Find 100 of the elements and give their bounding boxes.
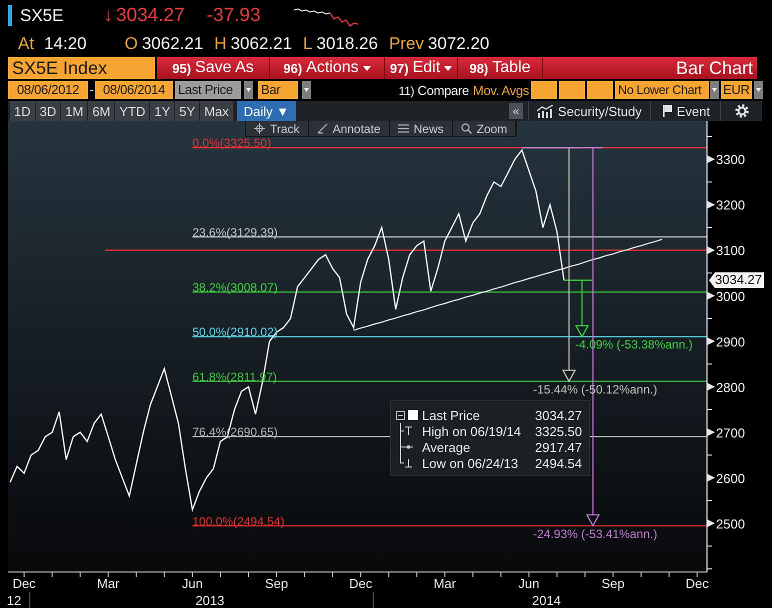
menu-button[interactable]: 96) Actions (270, 57, 385, 79)
dropdown-button[interactable] (302, 81, 311, 99)
legend-value: 2917.47 (535, 440, 582, 454)
year-label: 12 (6, 593, 22, 608)
lower-chart-dropdown[interactable]: No Lower Chart (615, 81, 709, 99)
search-icon (460, 123, 472, 134)
x-axis-label: Dec (349, 576, 372, 591)
y-axis-label: 2900 (716, 334, 745, 350)
list-icon (398, 124, 409, 133)
start-date-field[interactable]: 08/06/2012 (8, 81, 88, 99)
y-axis-label: 3200 (716, 198, 745, 213)
price-field-dropdown[interactable]: Last Price (175, 81, 241, 99)
quote-value: 3072.20 (428, 34, 490, 54)
menu-button[interactable]: 98) Table (458, 57, 543, 79)
dropdown-button[interactable] (754, 81, 763, 99)
compare-button[interactable]: 11) Compare (398, 81, 469, 99)
y-axis-label: 3300 (716, 152, 745, 168)
legend-value: 3034.27 (535, 408, 582, 422)
series-swatch-icon (408, 410, 418, 420)
input-field[interactable] (559, 81, 585, 99)
x-axis-label: Mar (97, 576, 120, 591)
input-field[interactable] (531, 81, 557, 99)
dropdown-button[interactable] (710, 81, 719, 99)
quote-value: 14:20 (44, 34, 87, 54)
legend-label: Low on 06/24/13 (422, 456, 520, 470)
x-axis-label: Jun (518, 576, 540, 591)
date-separator: - (88, 81, 95, 99)
period-button[interactable]: 3D (36, 101, 60, 121)
quote-value: 3062.21 (230, 34, 292, 54)
quote-label: At (18, 34, 34, 54)
x-axis-label: Dec (12, 576, 36, 591)
quote-label: O (124, 34, 138, 54)
x-axis-label: Jun (182, 576, 203, 591)
period-button[interactable]: 1D (10, 101, 35, 121)
legend-label: Average (422, 440, 472, 454)
quote-value: 3062.21 (142, 34, 204, 54)
y-axis-label: 2600 (716, 470, 745, 486)
caret-icon (246, 88, 251, 92)
indicator-bar-icon (8, 5, 12, 26)
moving-averages-link[interactable]: Mov. Avgs (472, 81, 529, 99)
x-axis-label: Dec (686, 576, 709, 591)
frequency-dropdown[interactable]: Daily ▼ (236, 101, 296, 121)
y-axis-label: 2700 (716, 425, 745, 440)
period-button[interactable]: 6M (88, 101, 114, 121)
last-price: 3034.27 (116, 4, 185, 26)
period-button[interactable]: 1Y (150, 101, 174, 121)
fibonacci-label: 100.0%(2494.54) (192, 514, 284, 528)
quote-label: L (303, 34, 312, 54)
security-field[interactable]: SX5E Index (8, 57, 155, 79)
legend-value: 3325.50 (535, 424, 582, 438)
sparkline-drawing (294, 7, 358, 29)
collapse-icon[interactable] (396, 410, 405, 420)
caret-icon (362, 66, 371, 70)
flag-icon (662, 105, 672, 117)
quote-value: 3018.26 (316, 34, 378, 54)
crosshair-icon (254, 123, 265, 134)
pencil-icon (316, 123, 328, 134)
measure-label: -24.93% (-53.41%ann.) (533, 526, 658, 541)
x-axis-label: Sep (264, 576, 288, 591)
collapse-button[interactable]: « (508, 103, 523, 119)
x-axis-label: Sep (601, 576, 625, 591)
caret-icon (712, 88, 717, 92)
input-field[interactable] (587, 81, 613, 99)
period-button[interactable]: 1M (61, 101, 88, 121)
caret-icon (756, 88, 761, 92)
period-button[interactable]: 5Y (175, 101, 200, 121)
price-tag: 3034.27 (709, 272, 764, 288)
y-axis-label: 2800 (716, 380, 745, 395)
y-axis-label: 3000 (716, 288, 745, 304)
chart-style-dropdown[interactable]: Bar (258, 81, 298, 99)
menu-button[interactable]: 97) Edit (385, 57, 458, 79)
quote-label: H (214, 34, 227, 54)
caret-icon (444, 66, 452, 70)
period-button[interactable]: YTD (115, 101, 150, 121)
chart-icon (536, 104, 553, 118)
dropdown-button[interactable] (244, 81, 253, 99)
chart-tool-button[interactable]: News (390, 121, 453, 136)
end-date-field[interactable]: 08/06/2014 (95, 81, 173, 99)
period-button[interactable]: Max (200, 101, 233, 121)
legend-value: 2494.54 (535, 456, 582, 470)
fibonacci-label: 50.0%(2910.02) (192, 325, 278, 340)
quote-label: Prev (388, 34, 424, 54)
year-label: 2014 (532, 593, 561, 608)
currency-dropdown[interactable]: EUR (721, 81, 752, 99)
chart-tool-button[interactable]: Annotate (308, 121, 390, 136)
settings-icon (734, 104, 748, 118)
year-label: 2013 (195, 593, 224, 608)
caret-icon (304, 88, 309, 92)
down-arrow-icon: ↓ (103, 4, 113, 26)
fibonacci-label: 23.6%(3129.39) (192, 225, 278, 240)
fibonacci-label: 38.2%(3008.07) (192, 280, 278, 295)
legend-label: Last Price (422, 408, 481, 422)
chart-tool-button[interactable]: Track (246, 121, 309, 136)
chart-tool-button[interactable]: Zoom (452, 121, 516, 136)
menu-button[interactable]: 95) Save As (157, 57, 270, 79)
legend-label: High on 06/19/14 (422, 424, 522, 438)
view-title: Bar Chart (676, 57, 754, 79)
y-axis-label: 3100 (716, 243, 745, 258)
x-axis-label: Mar (434, 576, 456, 591)
price-change: -37.93 (206, 4, 261, 26)
